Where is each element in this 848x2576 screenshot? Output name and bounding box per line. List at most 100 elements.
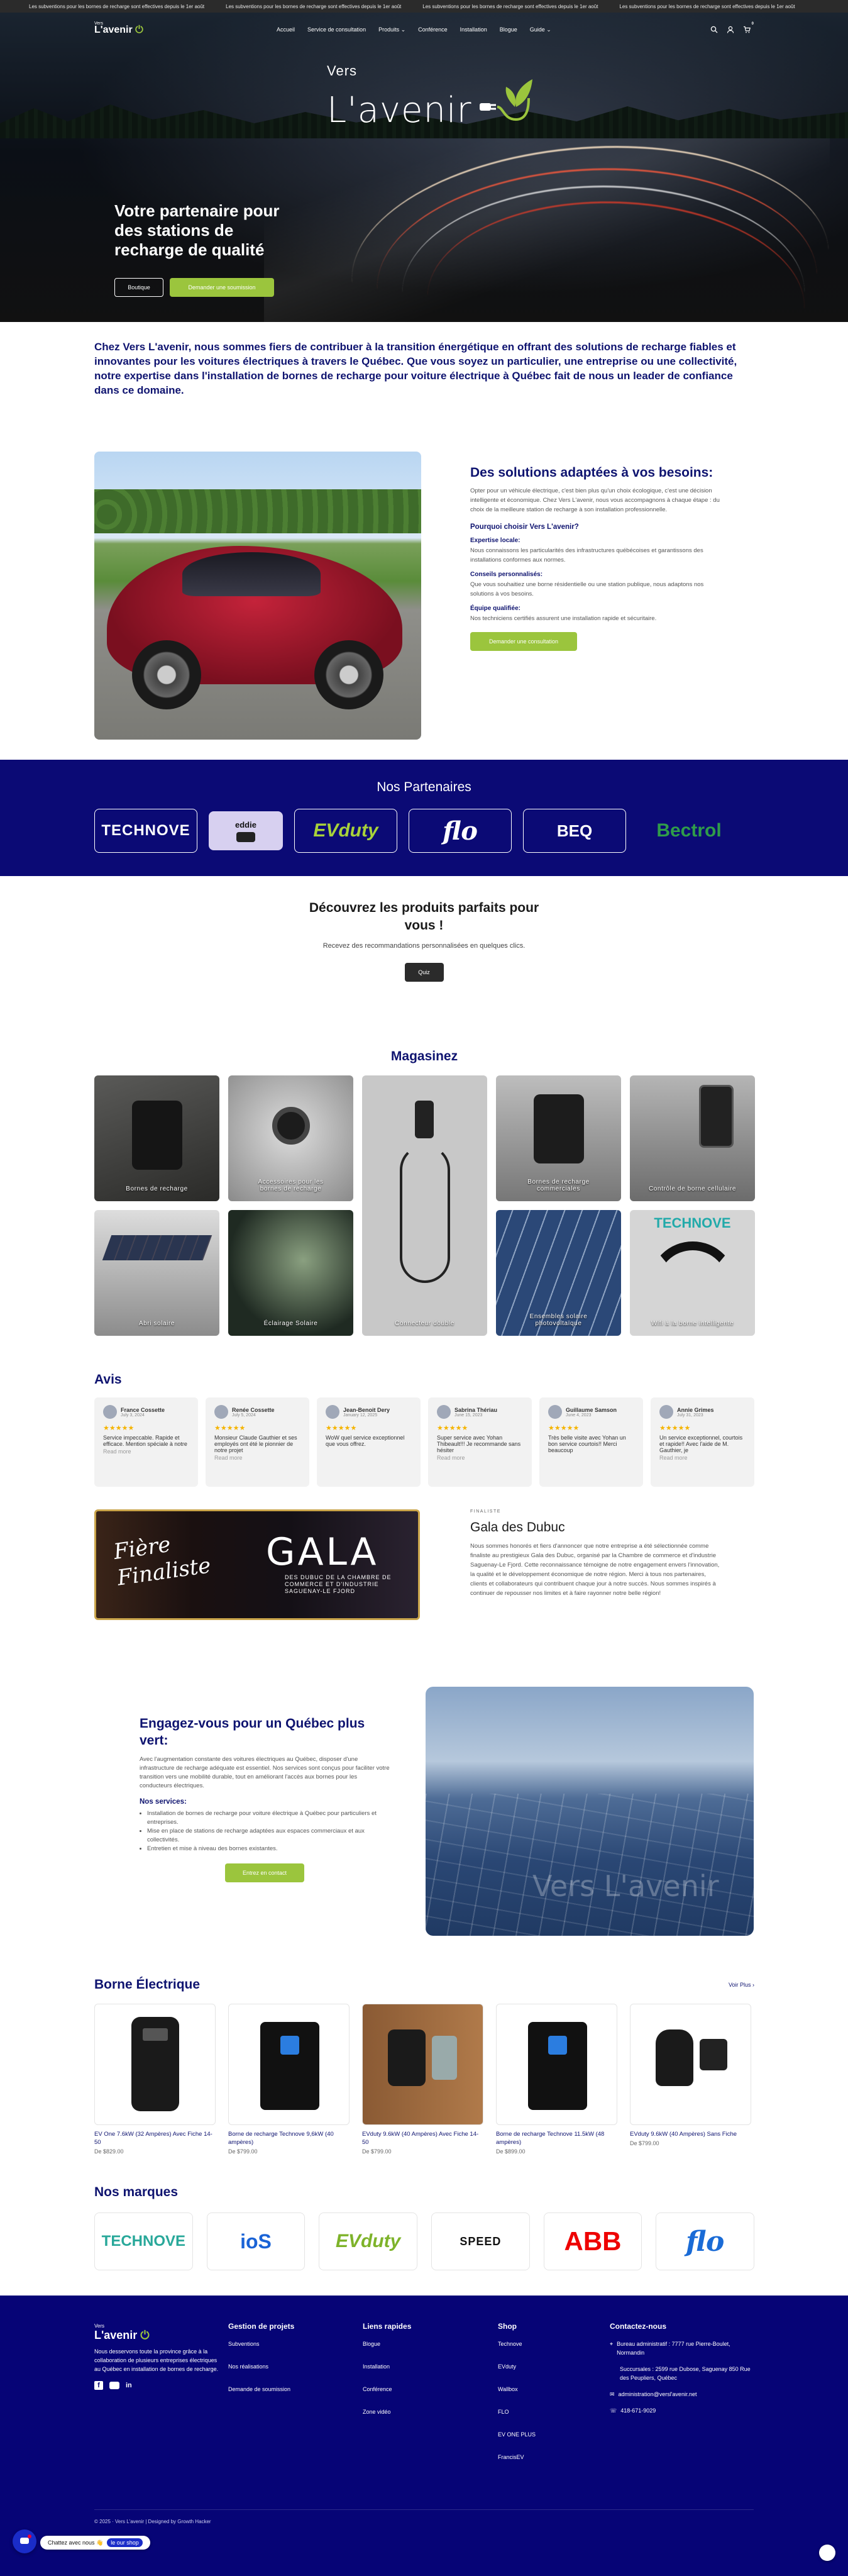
footer-logo[interactable]: Vers L'avenir ⏻ <box>94 2322 220 2341</box>
read-more-link[interactable]: Read more <box>659 1455 746 1461</box>
category-tile[interactable]: TECHNOVE Wifi à la borne intelligente <box>630 1210 755 1336</box>
reviewer-name: Sabrina Thériau <box>454 1406 498 1413</box>
nav-item-guide[interactable]: Guide ⌄ <box>530 26 551 33</box>
point-text: Nous connaissons les particularités des … <box>470 547 703 564</box>
category-tile[interactable]: Bornes de recharge <box>94 1075 219 1201</box>
footer-link[interactable]: Subventions <box>228 2340 294 2348</box>
consultation-button[interactable]: Demander une consultation <box>470 632 577 651</box>
point-title: Conseils personnalisés: <box>470 571 543 578</box>
facebook-icon[interactable]: f <box>94 2381 103 2390</box>
chat-launcher[interactable] <box>13 2529 36 2553</box>
read-more-link[interactable]: Read more <box>437 1455 523 1461</box>
nav-item-accueil[interactable]: Accueil <box>277 26 295 33</box>
youtube-icon[interactable] <box>109 2382 119 2389</box>
intro-text: Chez Vers L'avenir, nous sommes fiers de… <box>94 341 737 396</box>
product-grid: EV One 7.6kW (32 Ampères) Avec Fiche 14-… <box>94 2004 754 2155</box>
brand-logo-ios[interactable]: ioS <box>206 2212 306 2270</box>
site-logo[interactable]: Vers L'avenir ⏻ <box>94 21 143 36</box>
account-icon[interactable] <box>727 25 734 33</box>
avatar <box>326 1405 339 1419</box>
footer-link[interactable]: EVduty <box>498 2362 536 2371</box>
avatar <box>548 1405 562 1419</box>
shop-pill[interactable]: le our shop <box>107 2538 143 2547</box>
footer-phone[interactable]: ☏ 418-671-9029 <box>610 2406 754 2415</box>
nav-menu: Accueil Service de consultation Produits… <box>277 26 551 33</box>
car-wheel <box>314 640 383 709</box>
footer-link[interactable]: Installation <box>363 2362 411 2371</box>
why-title: Pourquoi choisir Vers L'avenir? <box>470 523 579 531</box>
chat-prompt[interactable]: Chattez avec nous 👋 le our shop <box>40 2536 150 2550</box>
nav-item-consultation[interactable]: Service de consultation <box>307 26 366 33</box>
scroll-bubble[interactable] <box>819 2545 835 2561</box>
nav-item-blogue[interactable]: Blogue <box>500 26 517 33</box>
category-tile[interactable]: Ensembles solaire photovoltaïque <box>496 1210 621 1336</box>
product-image <box>94 2004 216 2125</box>
nav-item-installation[interactable]: Installation <box>460 26 487 33</box>
read-more-link[interactable]: Read more <box>214 1455 300 1461</box>
product-card[interactable]: Borne de recharge Technove 11.5kW (48 am… <box>496 2004 617 2155</box>
charger-shape <box>534 1094 584 1163</box>
nav-item-conference[interactable]: Conférence <box>418 26 448 33</box>
services-list: Installation de bornes de recharge pour … <box>147 1809 391 1853</box>
brand-logo-speed[interactable]: SPEED <box>431 2212 530 2270</box>
connector-shape <box>415 1101 434 1138</box>
gala-text: FINALISTE Gala des Dubuc Nous sommes hon… <box>470 1509 722 1598</box>
category-label: Éclairage Solaire <box>263 1320 318 1327</box>
product-card[interactable]: EV One 7.6kW (32 Ampères) Avec Fiche 14-… <box>94 2004 216 2155</box>
category-tile[interactable]: Connecteur double <box>362 1075 487 1336</box>
footer-link[interactable]: Demande de soumission <box>228 2385 294 2394</box>
footer-link[interactable]: Conférence <box>363 2385 411 2394</box>
footer-link[interactable]: Technove <box>498 2340 536 2348</box>
shop-section: Magasinez Bornes de recharge Accessoires… <box>94 1049 755 1336</box>
view-more-link[interactable]: Voir Plus › <box>729 1982 754 1988</box>
category-tile[interactable]: Accessoires pour les bornes de recharge <box>228 1075 353 1201</box>
car-windows <box>182 552 321 596</box>
category-tile[interactable]: Éclairage Solaire <box>228 1210 353 1336</box>
footer-link[interactable]: Zone vidéo <box>363 2407 411 2416</box>
product-price: De $799.00 <box>228 2148 258 2155</box>
category-label: Bornes de recharge commerciales <box>527 1179 590 1192</box>
product-card[interactable]: EVduty 9.6kW (40 Ampères) Sans Fiche De $… <box>630 2004 751 2155</box>
footer-email[interactable]: ✉ administration@versl'avenir.net <box>610 2390 754 2399</box>
footer-link[interactable]: Wallbox <box>498 2385 536 2394</box>
brand-logo-evduty[interactable]: EVduty <box>319 2212 418 2270</box>
shop-button[interactable]: Boutique <box>114 278 163 297</box>
brand-logo-technove[interactable]: TECHNOVE <box>94 2212 193 2270</box>
brand-logo-abb[interactable]: ABB <box>543 2212 642 2270</box>
footer-link[interactable]: FrancisEV <box>498 2453 536 2462</box>
partner-logo-flo[interactable]: flo <box>409 809 512 853</box>
category-label: Wifi à la borne intelligente <box>651 1320 734 1327</box>
category-tile[interactable]: Abri solaire <box>94 1210 219 1336</box>
review-text: Monsieur Claude Gauthier et ses employés… <box>214 1435 297 1453</box>
category-tile[interactable]: Bornes de recharge commerciales <box>496 1075 621 1201</box>
cart-icon[interactable]: 0 <box>743 22 754 33</box>
brands-title: Nos marques <box>94 2185 179 2199</box>
search-icon[interactable] <box>710 25 718 33</box>
footer-link[interactable]: EV ONE PLUS <box>498 2430 536 2439</box>
linkedin-icon[interactable]: in <box>126 2381 132 2390</box>
partner-logo-technove[interactable]: TECHNOVE <box>94 809 197 853</box>
footer-link[interactable]: Blogue <box>363 2340 411 2348</box>
partner-logo-bectrol[interactable]: Bectrol <box>637 809 741 853</box>
gala-subtitle-art: DES DUBUC DE LA CHAMBRE DE COMMERCE ET D… <box>285 1574 392 1594</box>
quote-button[interactable]: Demander une soumission <box>170 278 274 297</box>
brand-logo-flo[interactable]: flo <box>656 2212 755 2270</box>
quiz-button[interactable]: Quiz <box>404 963 444 982</box>
read-more-link[interactable]: Read more <box>103 1448 189 1455</box>
footer-link[interactable]: FLO <box>498 2407 536 2416</box>
product-card[interactable]: Borne de recharge Technove 9,6kW (40 amp… <box>228 2004 350 2155</box>
partner-logo-evduty[interactable]: EVduty <box>294 809 397 853</box>
partner-logo-eddie[interactable]: eddie <box>209 811 283 850</box>
review-list: France Cossette July 3, 2024 ★★★★★ Service … <box>94 1397 754 1487</box>
solutions-body: Opter pour un véhicule électrique, c'est… <box>470 487 720 513</box>
nav-item-produits[interactable]: Produits ⌄ <box>378 26 405 33</box>
product-card[interactable]: EVduty 9.6kW (40 Ampères) Avec Fiche 14-… <box>362 2004 483 2155</box>
avatar <box>214 1405 228 1419</box>
engage-title: Engagez-vous pour un Québec plus vert: <box>140 1716 365 1748</box>
product-image <box>228 2004 350 2125</box>
footer-col-contact: Contactez-nous ⌖ Bureau administratif : 7… <box>610 2322 754 2429</box>
contact-button[interactable]: Entrez en contact <box>225 1863 304 1882</box>
category-tile[interactable]: Contrôle de borne cellulaire <box>630 1075 755 1201</box>
footer-link[interactable]: Nos réalisations <box>228 2362 294 2371</box>
partner-logo-beq[interactable]: BEQ <box>523 809 626 853</box>
